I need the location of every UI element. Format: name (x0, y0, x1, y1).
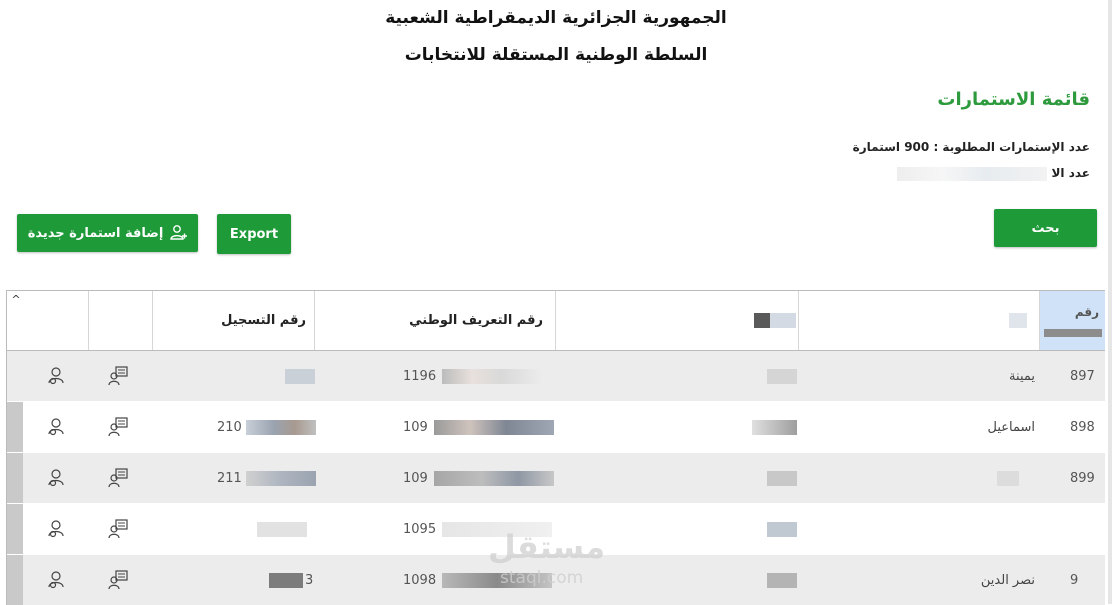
header-name-col[interactable] (799, 291, 1040, 350)
registration-cell: 3 (269, 555, 313, 605)
number-cell: 899 (1070, 470, 1095, 486)
export-button[interactable]: Export (217, 214, 291, 254)
forms-count-line: عدد الا (897, 166, 1090, 181)
republic-title: الجمهورية الجزائرية الديمقراطية الشعبية (385, 8, 727, 28)
authority-title: السلطة الوطنية المستقلة للانتخابات (404, 45, 708, 65)
registration-cell: 210 (217, 402, 316, 452)
form-list-icon[interactable] (107, 453, 129, 503)
user-search-icon[interactable] (45, 555, 67, 605)
header-registration[interactable]: رقم التسجيل (153, 291, 315, 350)
user-search-icon[interactable] (45, 453, 67, 503)
name-cell: اسماعيل (987, 419, 1035, 435)
number-cell: 897 (1070, 368, 1095, 384)
national-id-cell: 109 (403, 453, 554, 503)
redacted-cell (767, 504, 797, 554)
number-cell (1070, 504, 1100, 554)
form-list-icon[interactable] (107, 504, 129, 554)
name-cell (997, 453, 1019, 503)
name-cell: نصر الدين (980, 572, 1035, 588)
required-forms-label: عدد الإستمارات المطلوبة : 900 استمارة (852, 140, 1090, 154)
registration-cell: 211 (217, 453, 316, 503)
form-list-icon[interactable] (107, 351, 129, 401)
redacted-value (897, 166, 1048, 181)
form-list-icon[interactable] (107, 402, 129, 452)
redacted-cell (767, 351, 797, 401)
row-marker (7, 504, 23, 554)
national-id-cell: 109 (403, 402, 554, 452)
registration-cell (285, 351, 315, 401)
table-row[interactable]: 210 109 اسماعيل 898 (7, 402, 1105, 452)
table-header: ^ رقم التسجيل رقم التعريف الوطني رقم (7, 291, 1105, 351)
row-marker (7, 555, 23, 605)
header-national-id[interactable]: رقم التعريف الوطني (315, 291, 556, 350)
row-marker (7, 453, 23, 503)
header-action-col-1 (25, 291, 89, 350)
required-forms-count: عدد الإستمارات المطلوبة : 900 استمارة (853, 140, 1090, 154)
header-redacted-col[interactable] (556, 291, 799, 350)
page-title: قائمة الاستمارات (937, 89, 1090, 110)
name-cell: يمينة (1009, 368, 1035, 384)
number-cell: 9 (1070, 572, 1079, 588)
redacted-cell (767, 453, 797, 503)
header-action-col-2 (89, 291, 153, 350)
scrollbar-track[interactable] (1108, 0, 1112, 604)
collapse-arrow-icon[interactable]: ^ (7, 291, 25, 350)
national-id-cell: 1196 (403, 351, 543, 401)
header-number-col[interactable]: رقم (1040, 291, 1105, 350)
watermark-domain: staql.com (500, 568, 584, 588)
row-marker (7, 402, 23, 452)
redacted-cell (752, 402, 797, 452)
user-search-icon[interactable] (45, 402, 67, 452)
user-search-icon[interactable] (45, 504, 67, 554)
watermark-logo: مستقل (488, 528, 606, 566)
add-form-label: إضافة استمارة جديدة (27, 225, 164, 241)
redacted-cell (767, 555, 797, 605)
user-search-icon[interactable] (45, 351, 67, 401)
table-row[interactable]: 211 109 899 (7, 453, 1105, 503)
registration-cell (257, 504, 307, 554)
forms-count-label: عدد الا (1051, 166, 1090, 180)
table-row[interactable]: 1196 يمينة 897 (7, 351, 1105, 401)
add-user-icon (169, 224, 188, 242)
number-cell: 898 (1070, 419, 1095, 435)
search-button[interactable]: بحث (994, 209, 1097, 247)
form-list-icon[interactable] (107, 555, 129, 605)
add-form-button[interactable]: إضافة استمارة جديدة (17, 214, 198, 252)
